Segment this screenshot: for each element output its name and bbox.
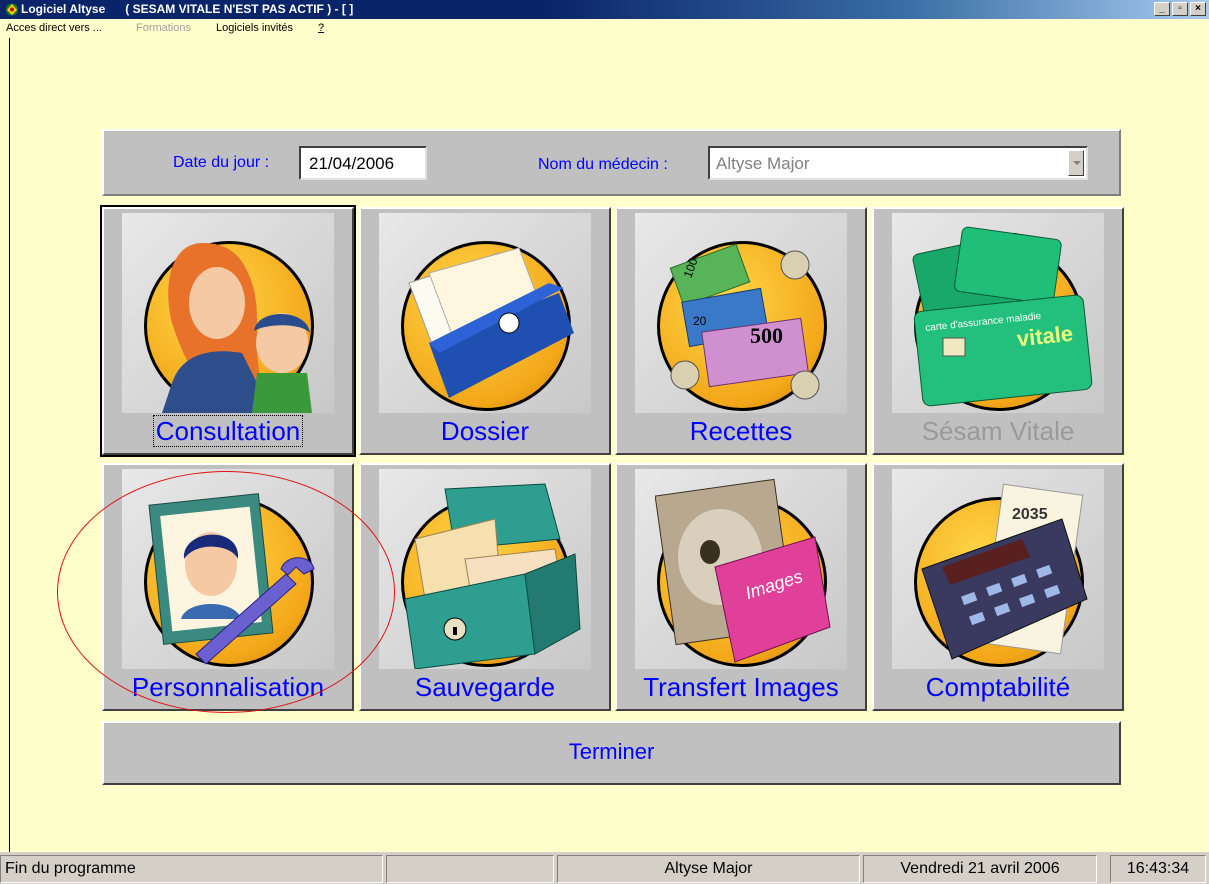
sauvegarde-label: Sauvegarde [414, 672, 556, 702]
tile-image-area: Images [635, 469, 847, 669]
app-logo-icon [6, 3, 18, 16]
consultation-label: Consultation [104, 415, 352, 447]
recettes-label: Recettes [689, 416, 793, 446]
tile-image-area [379, 469, 591, 669]
tile-image-area: 100 20 500 [635, 213, 847, 413]
sesam-vitale-label: Sésam Vitale [921, 416, 1075, 446]
status-date: Vendredi 21 avril 2006 [863, 855, 1097, 883]
menu-formations[interactable]: Formations [136, 22, 191, 34]
minimize-button[interactable]: _ [1154, 2, 1170, 16]
banknotes-icon: 100 20 500 [669, 243, 820, 400]
tile-image-area [122, 469, 334, 669]
sesam-vitale-button[interactable]: carte d'assurance maladie vitale Sésam V… [872, 207, 1124, 455]
status-message: Fin du programme [0, 855, 383, 883]
xray-images-icon: Images [655, 478, 831, 663]
chevron-down-icon[interactable] [1068, 150, 1084, 176]
restore-button[interactable]: ▫ [1172, 2, 1188, 16]
status-bar: Fin du programme Altyse Major Vendredi 2… [0, 852, 1209, 884]
date-label: Date du jour : [173, 154, 270, 171]
doctor-select[interactable]: Altyse Major [708, 146, 1088, 180]
tile-image-area [379, 213, 591, 413]
doctor-select-value: Altyse Major [716, 154, 810, 173]
terminer-button[interactable]: Terminer [102, 721, 1121, 785]
menu-logiciels-invites[interactable]: Logiciels invités [216, 22, 293, 34]
menu-help[interactable]: ? [318, 22, 324, 34]
tile-image-area: 2035 [892, 469, 1104, 669]
comptabilite-button[interactable]: 2035 Comptabilité [872, 463, 1124, 711]
transfert-images-button[interactable]: Images Transfert Images [615, 463, 867, 711]
file-box-icon [404, 483, 581, 669]
doctor-label: Nom du médecin : [538, 156, 668, 173]
portrait-wrench-icon [148, 493, 315, 665]
family-icon [162, 243, 312, 413]
close-button[interactable]: × [1190, 2, 1206, 16]
tile-image-area [122, 213, 334, 413]
dossier-label: Dossier [440, 416, 530, 446]
sauvegarde-button[interactable]: Sauvegarde [359, 463, 611, 711]
date-field[interactable]: 21/04/2006 [299, 146, 427, 180]
left-frame [0, 38, 10, 852]
vitale-card-icon: carte d'assurance maladie vitale [912, 226, 1093, 407]
status-empty [386, 855, 554, 883]
menu-bar: Acces direct vers ... Formations Logicie… [0, 19, 1209, 38]
folder-icon [408, 247, 574, 398]
personnalisation-label: Personnalisation [131, 672, 325, 702]
status-time: 16:43:34 [1110, 855, 1206, 883]
transfert-images-label: Transfert Images [643, 672, 839, 702]
svg-text:500: 500 [750, 323, 783, 348]
comptabilite-label: Comptabilité [925, 672, 1071, 702]
title-bar: Logiciel Altyse ( SESAM VITALE N'EST PAS… [0, 0, 1209, 19]
recettes-button[interactable]: 100 20 500 Recettes [615, 207, 867, 455]
dossier-button[interactable]: Dossier [359, 207, 611, 455]
window-title: Logiciel Altyse ( SESAM VITALE N'EST PAS… [21, 2, 354, 16]
svg-text:20: 20 [693, 314, 707, 328]
tile-image-area: carte d'assurance maladie vitale [892, 213, 1104, 413]
consultation-button[interactable]: Consultation [100, 205, 356, 457]
menu-acces-direct[interactable]: Acces direct vers ... [6, 22, 102, 34]
calculator-icon: 2035 [921, 483, 1088, 660]
svg-text:2035: 2035 [1012, 506, 1048, 523]
personnalisation-button[interactable]: Personnalisation [102, 463, 354, 711]
status-user: Altyse Major [557, 855, 860, 883]
